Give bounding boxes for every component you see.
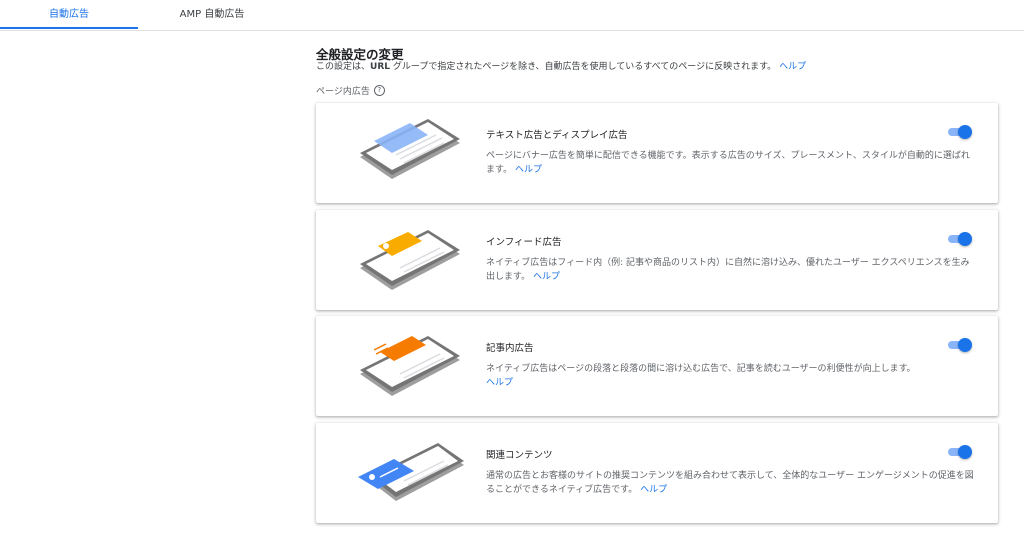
card-description: ページにバナー広告を簡単に配信できる機能です。表示する広告のサイズ、プレースメン… [486,149,976,177]
toggle-knob [958,338,972,352]
card-infeed-ads: インフィード広告 ネイティブ広告はフィード内（例: 記事や商品のリスト内）に自然… [316,210,998,310]
card-title: 関連コンテンツ [486,450,553,461]
card-related-content: 関連コンテンツ 通常の広告とお客様のサイトの推奨コンテンツを組み合わせて表示して… [316,423,998,523]
card-title: インフィード広告 [486,237,562,248]
help-link[interactable]: ヘルプ [640,485,667,495]
enable-toggle[interactable] [946,232,972,246]
card-title: 記事内広告 [486,343,534,354]
help-link[interactable]: ヘルプ [515,165,542,175]
text-display-ads-illustration-icon [360,119,460,179]
related-content-illustration-icon [358,443,464,501]
enable-toggle[interactable] [946,338,972,352]
enable-toggle[interactable] [946,445,972,459]
card-description-text: 通常の広告とお客様のサイトの推奨コンテンツを組み合わせて表示して、全体的なユーザ… [486,471,974,495]
card-description: 通常の広告とお客様のサイトの推奨コンテンツを組み合わせて表示して、全体的なユーザ… [486,469,976,497]
help-link[interactable]: ヘルプ [533,272,560,282]
in-article-ads-illustration-icon [360,336,460,396]
enable-toggle[interactable] [946,125,972,139]
toggle-knob [958,232,972,246]
card-title: テキスト広告とディスプレイ広告 [486,130,628,141]
section-desc-text-2: グループで指定されたページを除き、自動広告を使用しているすべてのページに反映され… [390,62,777,72]
inpage-ads-label: ページ内広告? [316,84,385,97]
card-text-display-ads: テキスト広告とディスプレイ広告 ページにバナー広告を簡単に配信できる機能です。表… [316,103,998,203]
tab-amp-auto-ads[interactable]: AMP 自動広告 [140,0,284,29]
card-description-text: ページにバナー広告を簡単に配信できる機能です。表示する広告のサイズ、プレースメン… [486,151,970,175]
help-link[interactable]: ヘルプ [779,62,806,72]
card-description: ネイティブ広告はフィード内（例: 記事や商品のリスト内）に自然に溶け込み、優れた… [486,256,976,284]
help-circle-icon[interactable]: ? [373,85,385,96]
inpage-ads-label-text: ページ内広告 [316,87,370,97]
help-link[interactable]: ヘルプ [486,378,513,388]
infeed-ads-illustration-icon [360,230,460,290]
section-desc-text: この設定は、 [316,62,371,72]
card-description-text: ネイティブ広告はページの段落と段落の間に溶け込む広告で、記事を読むユーザーの利便… [486,364,916,374]
card-description: ネイティブ広告はページの段落と段落の間に溶け込む広告で、記事を読むユーザーの利便… [486,362,976,390]
tab-bar: 自動広告 AMP 自動広告 [0,0,1024,31]
section-desc-url: URL [370,62,390,72]
toggle-knob [958,125,972,139]
tab-auto-ads[interactable]: 自動広告 [0,0,138,29]
card-in-article-ads: 記事内広告 ネイティブ広告はページの段落と段落の間に溶け込む広告で、記事を読むユ… [316,316,998,416]
section-description: この設定は、URL グループで指定されたページを除き、自動広告を使用しているすべ… [316,59,806,72]
toggle-knob [958,445,972,459]
